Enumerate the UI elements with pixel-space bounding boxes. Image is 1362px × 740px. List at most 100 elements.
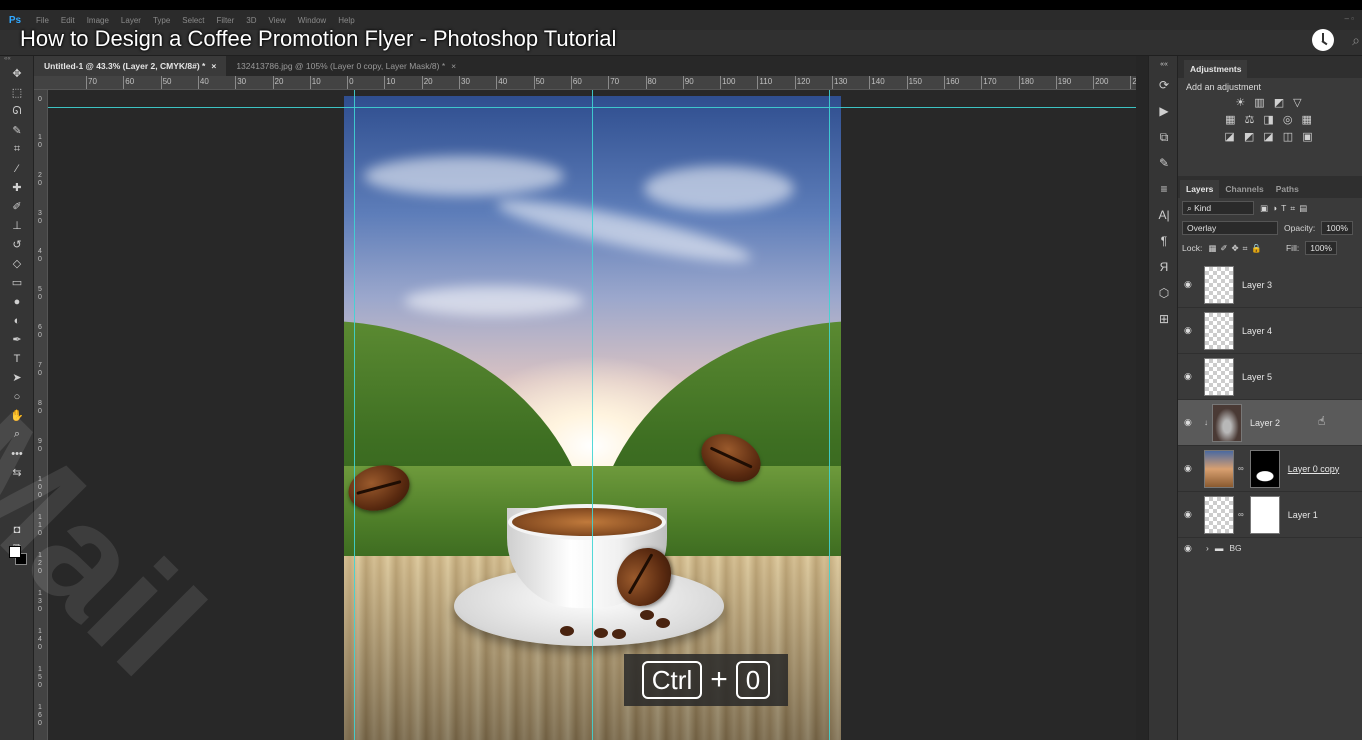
3d-icon[interactable]: ⬡: [1149, 280, 1179, 306]
adjustment-icons-row-1[interactable]: ☀ ▥ ◩ ▽: [1186, 96, 1354, 109]
fill-input[interactable]: 100%: [1305, 241, 1337, 255]
eye-icon[interactable]: ◉: [1184, 279, 1200, 290]
eye-icon[interactable]: ◉: [1184, 417, 1200, 428]
chevron-right-icon[interactable]: ›: [1206, 543, 1209, 553]
vertical-guide[interactable]: [354, 90, 355, 740]
lock-icons[interactable]: ▦✐✥⌗🔒: [1208, 243, 1266, 254]
brush-settings-icon[interactable]: ≡: [1149, 176, 1179, 202]
type-tool-icon[interactable]: T: [0, 349, 34, 368]
layer-name[interactable]: Layer 3: [1242, 280, 1272, 290]
close-icon[interactable]: ×: [451, 61, 456, 71]
more-tools-icon[interactable]: •••: [0, 444, 34, 463]
menu-type[interactable]: Type: [147, 16, 176, 25]
blur-tool-icon[interactable]: ●: [0, 292, 34, 311]
glyphs-icon[interactable]: Я: [1149, 254, 1179, 280]
tab-layers[interactable]: Layers: [1180, 180, 1220, 198]
layer-row[interactable]: ◉ Layer 3: [1178, 262, 1362, 308]
tab-channels[interactable]: Channels: [1219, 180, 1269, 198]
vertical-guide[interactable]: [592, 90, 593, 740]
menu-select[interactable]: Select: [176, 16, 210, 25]
blend-mode-select[interactable]: Overlay: [1182, 221, 1278, 235]
actions-play-icon[interactable]: ▶: [1149, 98, 1179, 124]
eraser-tool-icon[interactable]: ◇: [0, 254, 34, 273]
gradient-tool-icon[interactable]: ▭: [0, 273, 34, 292]
search-icon[interactable]: ⌕: [1352, 32, 1360, 49]
layer-thumbnail[interactable]: [1204, 265, 1234, 304]
menu-view[interactable]: View: [263, 16, 292, 25]
paragraph-icon[interactable]: ¶: [1149, 228, 1179, 254]
opacity-input[interactable]: 100%: [1321, 221, 1353, 235]
swap-colors-icon[interactable]: ⇆: [0, 463, 34, 482]
layer-thumbnail[interactable]: [1204, 311, 1234, 350]
move-tool-icon[interactable]: ✥: [0, 64, 34, 83]
shape-tool-icon[interactable]: ○: [0, 387, 34, 406]
layer-mask-thumbnail[interactable]: [1249, 449, 1280, 488]
layer-row[interactable]: ◉ ∞ Layer 0 copy: [1178, 446, 1362, 492]
menu-edit[interactable]: Edit: [55, 16, 81, 25]
layer-group-row[interactable]: ◉ › ▬ BG: [1178, 538, 1362, 558]
hand-tool-icon[interactable]: ✋: [0, 406, 34, 425]
group-name[interactable]: BG: [1229, 543, 1241, 553]
layer-thumbnail[interactable]: [1204, 449, 1234, 488]
marquee-tool-icon[interactable]: ⬚: [0, 83, 34, 102]
layer-thumbnail[interactable]: [1204, 357, 1234, 396]
chain-link-icon[interactable]: ∞: [1238, 464, 1244, 473]
tab-paths[interactable]: Paths: [1270, 180, 1305, 198]
foreground-color-swatch[interactable]: [9, 546, 21, 558]
layer-row[interactable]: ◉ Layer 4: [1178, 308, 1362, 354]
eyedropper-tool-icon[interactable]: ⁄: [0, 159, 34, 178]
eye-icon[interactable]: ◉: [1184, 371, 1200, 382]
collapse-icon[interactable]: ««: [1149, 56, 1179, 72]
menu-filter[interactable]: Filter: [211, 16, 241, 25]
vertical-guide[interactable]: [829, 90, 830, 740]
brushes-icon[interactable]: ✎: [1149, 150, 1179, 176]
history-clock-icon[interactable]: [1312, 29, 1334, 51]
menu-file[interactable]: File: [30, 16, 55, 25]
properties-icon[interactable]: ⧉: [1149, 124, 1179, 150]
crop-tool-icon[interactable]: ⌗: [0, 140, 34, 159]
pen-tool-icon[interactable]: ✒: [0, 330, 34, 349]
quick-mask-icon[interactable]: ◘: [0, 520, 34, 539]
adjustment-icons-row-2[interactable]: ▦ ⚖ ◨ ◎ ▦: [1186, 113, 1354, 126]
tab-untitled-1[interactable]: Untitled-1 @ 43.3% (Layer 2, CMYK/8#) * …: [34, 56, 227, 76]
layer-row-selected[interactable]: ◉ ↓ Layer 2 ☝: [1178, 400, 1362, 446]
layer-row[interactable]: ◉ ∞ Layer 1: [1178, 492, 1362, 538]
menu-3d[interactable]: 3D: [240, 16, 262, 25]
tab-132413786[interactable]: 132413786.jpg @ 105% (Layer 0 copy, Laye…: [226, 56, 466, 76]
layer-thumbnail[interactable]: [1204, 495, 1234, 534]
layer-mask-thumbnail[interactable]: [1249, 495, 1280, 534]
character-icon[interactable]: A|: [1149, 202, 1179, 228]
window-controls[interactable]: – ▫: [1344, 14, 1354, 23]
quick-select-tool-icon[interactable]: ✎: [0, 121, 34, 140]
canvas-workspace[interactable]: [48, 90, 1136, 740]
layer-name[interactable]: Layer 0 copy: [1288, 464, 1340, 474]
healing-brush-tool-icon[interactable]: ✚: [0, 178, 34, 197]
eye-icon[interactable]: ◉: [1184, 325, 1200, 336]
eye-icon[interactable]: ◉: [1184, 509, 1200, 520]
layer-row[interactable]: ◉ Layer 5: [1178, 354, 1362, 400]
menu-window[interactable]: Window: [292, 16, 332, 25]
eye-icon[interactable]: ◉: [1184, 463, 1200, 474]
collapse-icon[interactable]: ««: [0, 56, 33, 64]
history-panel-icon[interactable]: ⟳: [1149, 72, 1179, 98]
lasso-tool-icon[interactable]: ᘏ: [0, 102, 34, 121]
adjustment-icons-row-3[interactable]: ◪ ◩ ◪ ◫ ▣: [1186, 130, 1354, 143]
chain-link-icon[interactable]: ∞: [1238, 510, 1244, 519]
layer-name[interactable]: Layer 1: [1288, 510, 1318, 520]
clone-stamp-tool-icon[interactable]: ⊥: [0, 216, 34, 235]
history-brush-tool-icon[interactable]: ↺: [0, 235, 34, 254]
horizontal-ruler[interactable]: 70 60 50 40 30 20 10 0 10 20 30 40 50 60 70 80 90 100 110 1…: [34, 76, 1136, 90]
libraries-icon[interactable]: ⊞: [1149, 306, 1179, 332]
close-icon[interactable]: ×: [211, 61, 216, 71]
kind-filter-select[interactable]: ⌕ Kind: [1182, 201, 1254, 215]
path-select-tool-icon[interactable]: ➤: [0, 368, 34, 387]
zoom-tool-icon[interactable]: ⌕: [0, 425, 34, 444]
brush-tool-icon[interactable]: ✐: [0, 197, 34, 216]
eye-icon[interactable]: ◉: [1184, 543, 1200, 554]
dodge-tool-icon[interactable]: ◐: [0, 311, 34, 330]
menu-image[interactable]: Image: [81, 16, 115, 25]
vertical-ruler[interactable]: 0 10 20 30 40 50 60 70 80 90 100 110 120 130 140 150 160: [34, 90, 48, 740]
layer-name[interactable]: Layer 4: [1242, 326, 1272, 336]
menu-layer[interactable]: Layer: [115, 16, 147, 25]
layer-name[interactable]: Layer 5: [1242, 372, 1272, 382]
